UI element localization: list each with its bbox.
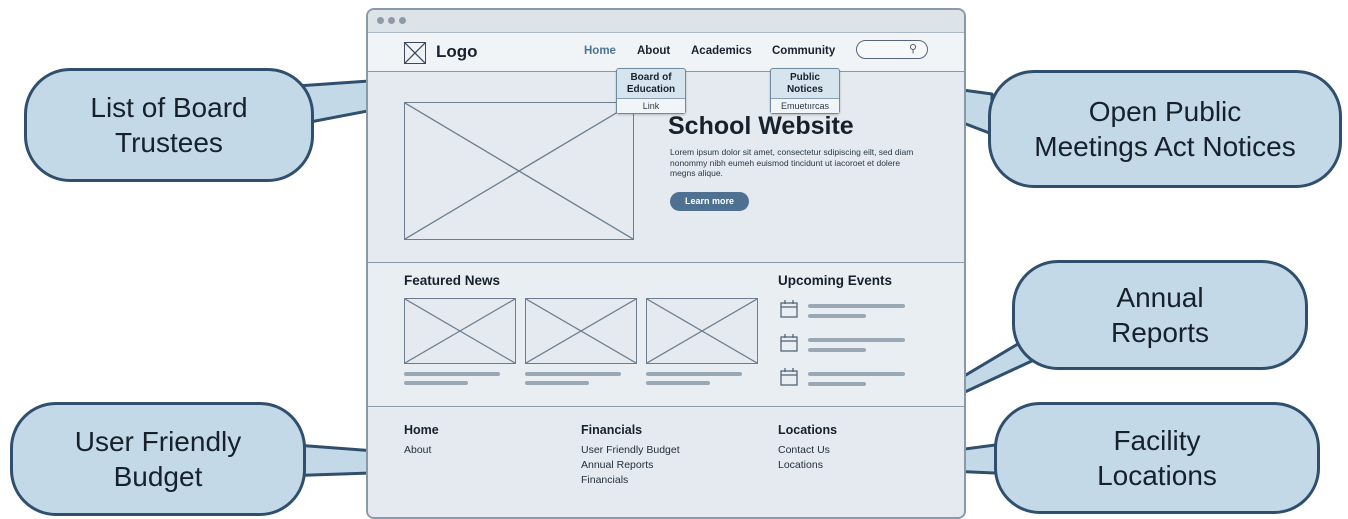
text-line-placeholder [404, 372, 500, 376]
footer-link-budget[interactable]: User Friendly Budget [581, 444, 680, 456]
browser-window: Logo Home About Academics Community ⚲ Sc… [366, 8, 966, 519]
section-divider [368, 262, 964, 263]
text-line-placeholder [646, 381, 710, 385]
footer-home-heading[interactable]: Home [404, 423, 439, 437]
callout-board-trustees: List of Board Trustees [24, 68, 314, 182]
calendar-icon [780, 368, 798, 386]
site-footer: Home About Financials User Friendly Budg… [368, 408, 964, 517]
about-dropdown: Board of Education Link [616, 68, 686, 114]
footer-link-locations[interactable]: Locations [778, 459, 823, 471]
text-line-placeholder [404, 381, 468, 385]
upcoming-events-title: Upcoming Events [778, 273, 893, 288]
section-divider [368, 406, 964, 407]
window-dot[interactable] [377, 17, 384, 24]
callout-budget: User Friendly Budget [10, 402, 306, 516]
learn-more-button[interactable]: Learn more [670, 192, 749, 211]
search-input[interactable]: ⚲ [856, 40, 928, 59]
footer-link-financials[interactable]: Financials [581, 474, 628, 486]
news-image-placeholder[interactable] [404, 298, 516, 364]
site-nav: Logo Home About Academics Community ⚲ [368, 33, 964, 72]
hero-image-placeholder [404, 102, 634, 240]
search-icon[interactable]: ⚲ [909, 42, 917, 55]
community-dropdown: Public Notices Emuetıırcas [770, 68, 840, 114]
logo-placeholder-icon[interactable] [404, 42, 426, 64]
nav-community[interactable]: Community [772, 45, 835, 57]
footer-locations-heading[interactable]: Locations [778, 423, 837, 437]
dropdown-notice-item[interactable]: Emuetıırcas [771, 98, 839, 113]
dropdown-board-of-education[interactable]: Board of Education [617, 69, 685, 98]
browser-titlebar [368, 10, 964, 33]
footer-link-annual-reports[interactable]: Annual Reports [581, 459, 653, 471]
footer-link-about[interactable]: About [404, 444, 431, 456]
dropdown-public-notices[interactable]: Public Notices [771, 69, 839, 98]
calendar-icon [780, 300, 798, 318]
callout-facility: Facility Locations [994, 402, 1320, 514]
footer-financials-heading[interactable]: Financials [581, 423, 642, 437]
callout-annual-reports: Annual Reports [1012, 260, 1308, 370]
news-image-placeholder[interactable] [646, 298, 758, 364]
hero-title: School Website [668, 112, 854, 140]
event-line-placeholder [808, 372, 905, 376]
text-line-placeholder [525, 372, 621, 376]
event-line-placeholder [808, 338, 905, 342]
window-dot[interactable] [388, 17, 395, 24]
footer-link-contact[interactable]: Contact Us [778, 444, 830, 456]
event-line-placeholder [808, 304, 905, 308]
nav-about[interactable]: About [637, 45, 670, 57]
featured-news-title: Featured News [404, 273, 501, 288]
event-line-placeholder [808, 314, 866, 318]
event-line-placeholder [808, 348, 866, 352]
callout-open-meetings: Open Public Meetings Act Notices [988, 70, 1342, 188]
dropdown-link-item[interactable]: Link [617, 98, 685, 113]
nav-academics[interactable]: Academics [691, 45, 752, 57]
text-line-placeholder [525, 381, 589, 385]
news-image-placeholder[interactable] [525, 298, 637, 364]
logo-text[interactable]: Logo [436, 42, 478, 62]
text-line-placeholder [646, 372, 742, 376]
window-dot[interactable] [399, 17, 406, 24]
nav-home[interactable]: Home [584, 45, 616, 57]
calendar-icon [780, 334, 798, 352]
event-line-placeholder [808, 382, 866, 386]
hero-body: Lorem ipsum dolor sit amet, consectetur … [670, 147, 914, 178]
